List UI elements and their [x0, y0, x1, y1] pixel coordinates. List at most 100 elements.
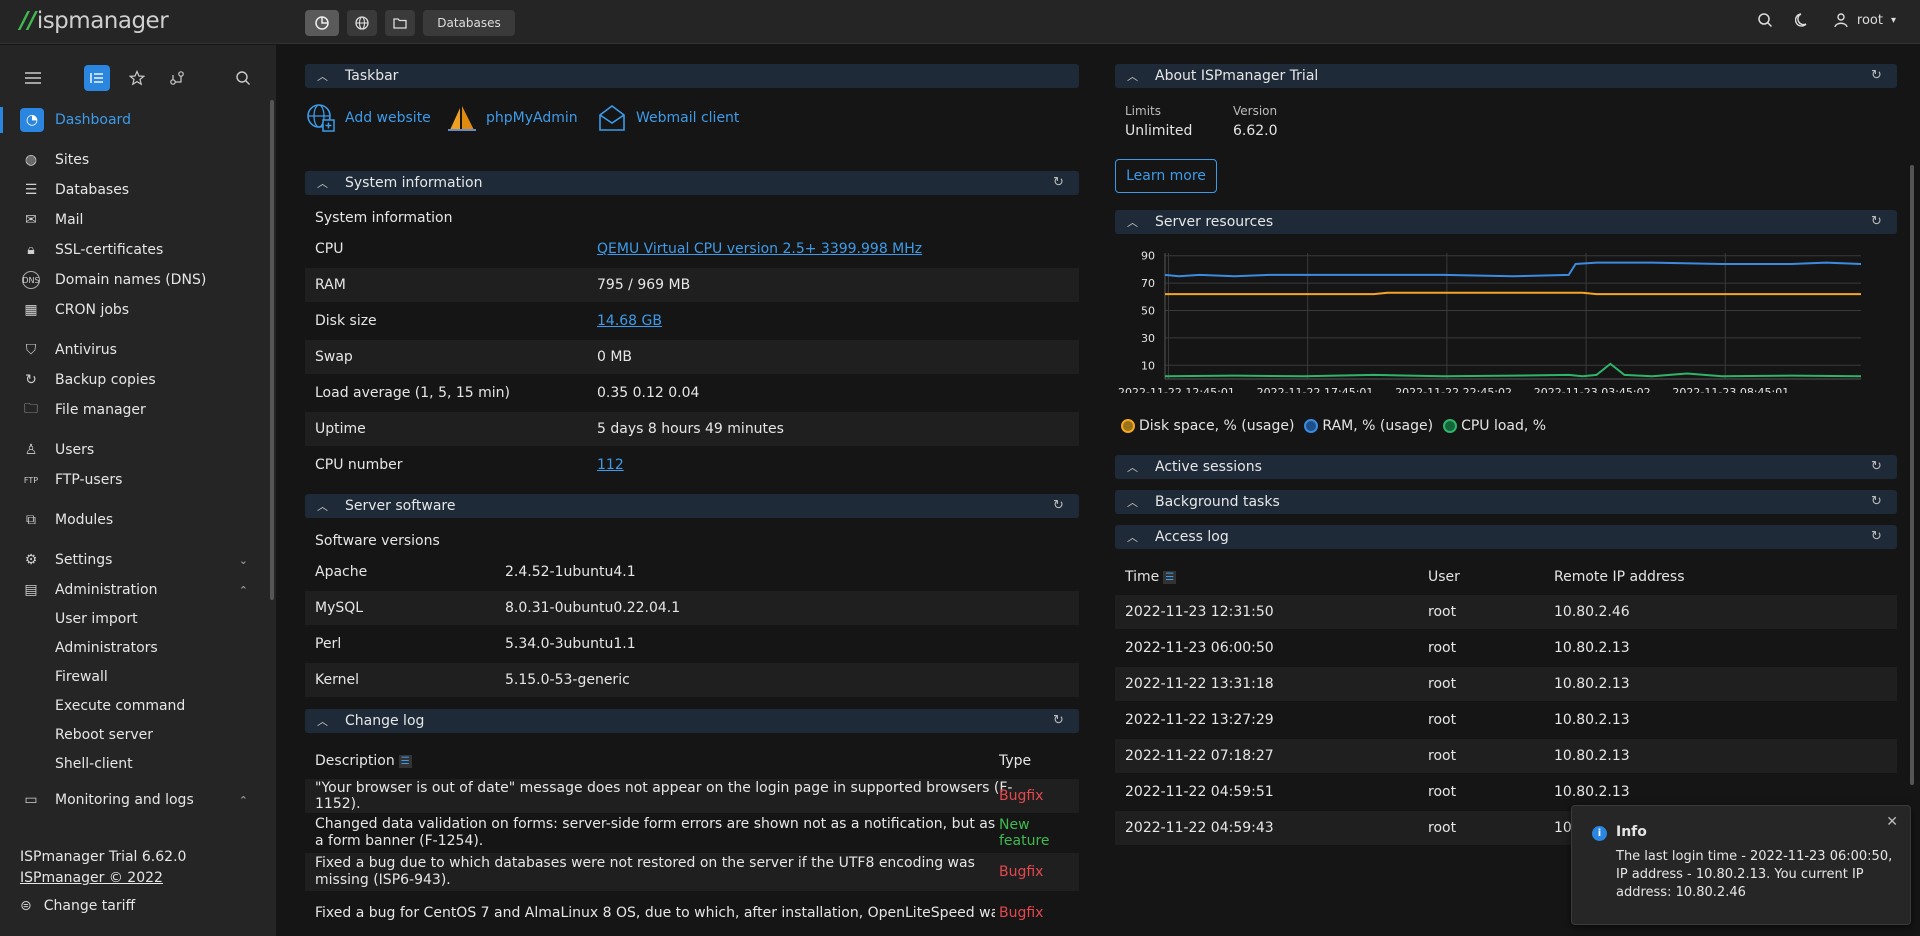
resources-panel-header[interactable]: ︿ Server resources ↻ [1115, 210, 1897, 234]
sort-icon[interactable]: ☰ [398, 754, 412, 768]
sidebar-item-users[interactable]: ♙ Users [0, 437, 268, 463]
dashboard-tab-button[interactable] [305, 10, 339, 36]
top-bar: //ispmanager Databases root ▾ [0, 0, 1920, 44]
sidebar-item-label: FTP-users [55, 472, 123, 488]
sidebar-item-monitoring[interactable]: ▭ Monitoring and logs ⌃ [0, 787, 268, 813]
about-panel-header[interactable]: ︿ About ISPmanager Trial ↻ [1115, 64, 1897, 88]
refresh-icon[interactable]: ↻ [1871, 215, 1885, 229]
cpu-value-link[interactable]: QEMU Virtual CPU version 2.5+ 3399.998 M… [597, 241, 922, 257]
sidebar-sub-user-import[interactable]: User import [55, 611, 138, 627]
backup-icon: ↻ [25, 372, 37, 388]
cpu-number-link[interactable]: 112 [597, 457, 624, 473]
taskbar-add-website[interactable]: Add website [305, 102, 431, 134]
hamburger-menu-icon[interactable] [20, 65, 46, 91]
file-manager-tab-button[interactable] [385, 10, 415, 36]
tasks-panel-header[interactable]: ︿ Background tasks ↻ [1115, 490, 1897, 514]
legend-label: RAM, % (usage) [1322, 418, 1434, 434]
sidebar-item-antivirus[interactable]: ⛉ Antivirus [0, 337, 268, 363]
limits-value: Unlimited [1125, 123, 1193, 139]
legend-item[interactable]: CPU load, % [1443, 418, 1546, 434]
sidebar-item-dns[interactable]: DNS Domain names (DNS) [0, 267, 268, 293]
sysinfo-row-load: Load average (1, 5, 15 min) 0.35 0.12 0.… [305, 376, 1079, 410]
accesslog-cell-t: 2022-11-22 04:59:51 [1125, 784, 1274, 800]
databases-tab-label: Databases [437, 16, 501, 30]
panel-title: Taskbar [345, 68, 399, 84]
footer-copyright-link[interactable]: ISPmanager © 2022 [20, 870, 163, 886]
sidebar-item-settings[interactable]: ⚙ Settings ⌄ [0, 547, 268, 573]
sidebar-item-cron[interactable]: ▦ CRON jobs [0, 297, 268, 323]
databases-tab[interactable]: Databases [423, 10, 515, 36]
sidebar-sub-firewall[interactable]: Firewall [55, 669, 108, 685]
series-line-1 [1164, 261, 1862, 278]
changelog-panel-header[interactable]: ︿ Change log ↻ [305, 709, 1079, 733]
refresh-icon[interactable]: ↻ [1053, 714, 1067, 728]
toast-body: The last login time - 2022-11-23 06:00:5… [1616, 849, 1893, 900]
sort-icon[interactable]: ☰ [1163, 570, 1177, 584]
accesslog-panel-header[interactable]: ︿ Access log ↻ [1115, 525, 1897, 549]
sessions-panel-header[interactable]: ︿ Active sessions ↻ [1115, 455, 1897, 479]
change-tariff-link[interactable]: ⊜ Change tariff [20, 898, 135, 914]
refresh-icon[interactable]: ↻ [1871, 460, 1885, 474]
main-scrollbar[interactable] [1910, 165, 1914, 785]
refresh-icon[interactable]: ↻ [1053, 499, 1067, 513]
logo[interactable]: //ispmanager [20, 8, 169, 34]
chevron-up-icon: ︿ [317, 500, 328, 513]
folder-icon: 🗀︎ [24, 401, 38, 417]
sidebar-sub-shell-client[interactable]: Shell-client [55, 756, 133, 772]
sidebar-sub-execute-command[interactable]: Execute command [55, 698, 185, 714]
legend-item[interactable]: RAM, % (usage) [1304, 418, 1433, 434]
row-value: 0 MB [597, 349, 633, 365]
sidebar-item-file-manager[interactable]: 🗀︎ File manager [0, 397, 268, 423]
sidebar-sub-reboot-server[interactable]: Reboot server [55, 727, 153, 743]
sysinfo-row-cpu-number: CPU number 112 [305, 448, 1079, 482]
star-icon[interactable] [124, 65, 150, 91]
sites-tab-button[interactable] [347, 10, 377, 36]
accesslog-cell-u: root [1428, 820, 1457, 836]
software-row: Perl 5.34.0-3ubuntu1.1 [305, 627, 1079, 661]
sidebar-item-dashboard[interactable]: ◔ Dashboard [0, 107, 268, 133]
changelog-description: Fixed a bug due to which databases were … [315, 855, 975, 888]
sidebar-item-databases[interactable]: ☰ Databases [0, 177, 268, 203]
accesslog-col-time[interactable]: Time ☰ [1125, 569, 1177, 585]
refresh-icon[interactable]: ↻ [1053, 176, 1067, 190]
row-key: RAM [315, 277, 346, 293]
software-panel-header[interactable]: ︿ Server software ↻ [305, 494, 1079, 518]
sysinfo-subtitle: System information [315, 210, 453, 226]
flow-icon[interactable] [164, 65, 190, 91]
sidebar-item-sites[interactable]: ◍ Sites [0, 147, 268, 173]
taskbar-panel-header[interactable]: ︿ Taskbar [305, 64, 1079, 88]
version-value: 6.62.0 [1233, 123, 1278, 139]
sidebar-item-administration[interactable]: ▤ Administration ⌃ [0, 577, 268, 603]
sidebar-item-ssl[interactable]: 🔒︎ SSL-certificates [0, 237, 268, 263]
y-tick-label: 10 [1141, 359, 1155, 372]
search-icon[interactable] [1757, 12, 1773, 28]
accesslog-cell-t: 2022-11-22 13:27:29 [1125, 712, 1274, 728]
close-icon[interactable]: ✕ [1886, 814, 1898, 830]
sidebar-item-mail[interactable]: ✉ Mail [0, 207, 268, 233]
changelog-type: Bugfix [999, 905, 1044, 921]
legend-item[interactable]: Disk space, % (usage) [1121, 418, 1294, 434]
legend-swatch [1304, 419, 1319, 433]
sidebar-item-ftp-users[interactable]: FTP FTP-users [0, 467, 268, 493]
chevron-up-icon: ︿ [317, 70, 328, 83]
taskbar-webmail[interactable]: Webmail client [596, 102, 739, 134]
list-view-icon[interactable] [84, 65, 110, 91]
sidebar-search-icon[interactable] [230, 65, 256, 91]
user-menu[interactable]: root ▾ [1833, 12, 1896, 28]
refresh-icon[interactable]: ↻ [1871, 69, 1885, 83]
changelog-col-description[interactable]: Description ☰ [315, 753, 412, 769]
folder-icon [393, 18, 407, 29]
learn-more-button[interactable]: Learn more [1115, 159, 1217, 193]
sidebar-item-modules[interactable]: ⧉ Modules [0, 507, 268, 533]
sidebar-item-backup[interactable]: ↻ Backup copies [0, 367, 268, 393]
accesslog-cell-ip: 10.80.2.13 [1554, 712, 1630, 728]
sysinfo-panel-header[interactable]: ︿ System information ↻ [305, 171, 1079, 195]
refresh-icon[interactable]: ↻ [1871, 495, 1885, 509]
disk-value-link[interactable]: 14.68 GB [597, 313, 662, 329]
taskbar-phpmyadmin[interactable]: phpMyAdmin [446, 102, 578, 134]
sidebar-scrollbar[interactable] [270, 100, 274, 600]
accesslog-cell-u: root [1428, 676, 1457, 692]
refresh-icon[interactable]: ↻ [1871, 530, 1885, 544]
moon-icon[interactable] [1794, 12, 1811, 28]
sidebar-sub-administrators[interactable]: Administrators [55, 640, 158, 656]
